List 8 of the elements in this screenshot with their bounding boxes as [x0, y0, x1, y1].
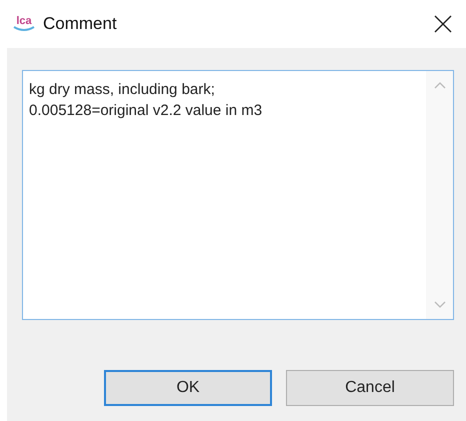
window-title: Comment: [43, 14, 118, 34]
close-icon[interactable]: [434, 15, 452, 33]
app-logo: lca: [12, 16, 36, 32]
ok-button[interactable]: OK: [104, 370, 272, 406]
scroll-down-icon[interactable]: [434, 301, 446, 309]
cancel-button[interactable]: Cancel: [286, 370, 454, 406]
scroll-up-icon[interactable]: [434, 81, 446, 89]
comment-field[interactable]: kg dry mass, including bark; 0.005128=original v2.2 value in m3: [22, 70, 454, 320]
